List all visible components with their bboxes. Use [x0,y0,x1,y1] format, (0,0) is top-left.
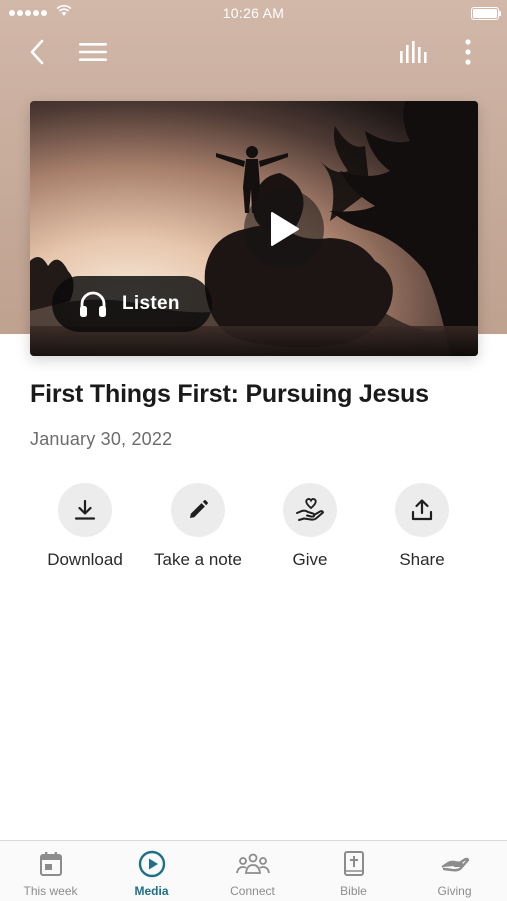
menu-button[interactable] [77,36,109,68]
giving-hand-icon [440,857,469,872]
play-video-button[interactable] [244,189,324,269]
take-note-action[interactable]: Take a note [142,483,254,570]
headphones-icon [80,291,106,317]
sermon-title: First Things First: Pursuing Jesus [30,380,429,408]
battery-icon [471,7,501,20]
download-label: Download [47,550,123,569]
tab-media[interactable]: Media [101,841,202,901]
more-vertical-icon [465,39,471,65]
take-note-button[interactable] [171,483,225,537]
status-bar: 10:26 AM [0,0,507,26]
give-action[interactable]: Give [254,483,366,570]
share-action[interactable]: Share [366,483,478,570]
play-circle-icon [138,850,165,878]
give-heart-hand-icon [296,498,324,521]
listen-button[interactable]: Listen [52,276,212,332]
take-note-label: Take a note [154,550,242,569]
chevron-left-icon [30,39,44,65]
give-label: Give [292,550,328,569]
pencil-icon [190,500,208,518]
bible-icon [343,851,364,876]
share-label: Share [399,550,445,569]
tab-media-label: Media [134,884,169,898]
sermon-media-card[interactable]: Listen [30,101,478,356]
tab-giving-label: Giving [437,884,472,898]
tab-giving[interactable]: Giving [404,841,505,901]
download-action[interactable]: Download [29,483,141,570]
bottom-tab-bar: This week Media Connect Bible Giving [0,840,507,901]
give-button[interactable] [283,483,337,537]
share-button[interactable] [395,483,449,537]
back-button[interactable] [22,36,54,68]
download-button[interactable] [58,483,112,537]
tab-this-week-label: This week [23,884,78,898]
people-icon [235,853,270,874]
tab-bible[interactable]: Bible [303,841,404,901]
download-icon [74,499,96,520]
tab-bible-label: Bible [340,884,367,898]
audio-levels-button[interactable] [398,36,430,68]
tab-connect[interactable]: Connect [202,841,303,901]
share-icon [411,499,433,521]
audio-bars-icon [400,41,427,63]
status-time: 10:26 AM [222,5,285,21]
tab-connect-label: Connect [230,884,275,898]
hamburger-menu-icon [79,43,107,61]
more-options-button[interactable] [452,36,484,68]
sermon-date: January 30, 2022 [30,429,173,449]
listen-label: Listen [122,293,180,314]
calendar-icon [39,852,62,876]
play-icon [271,212,299,246]
tab-this-week[interactable]: This week [0,841,101,901]
